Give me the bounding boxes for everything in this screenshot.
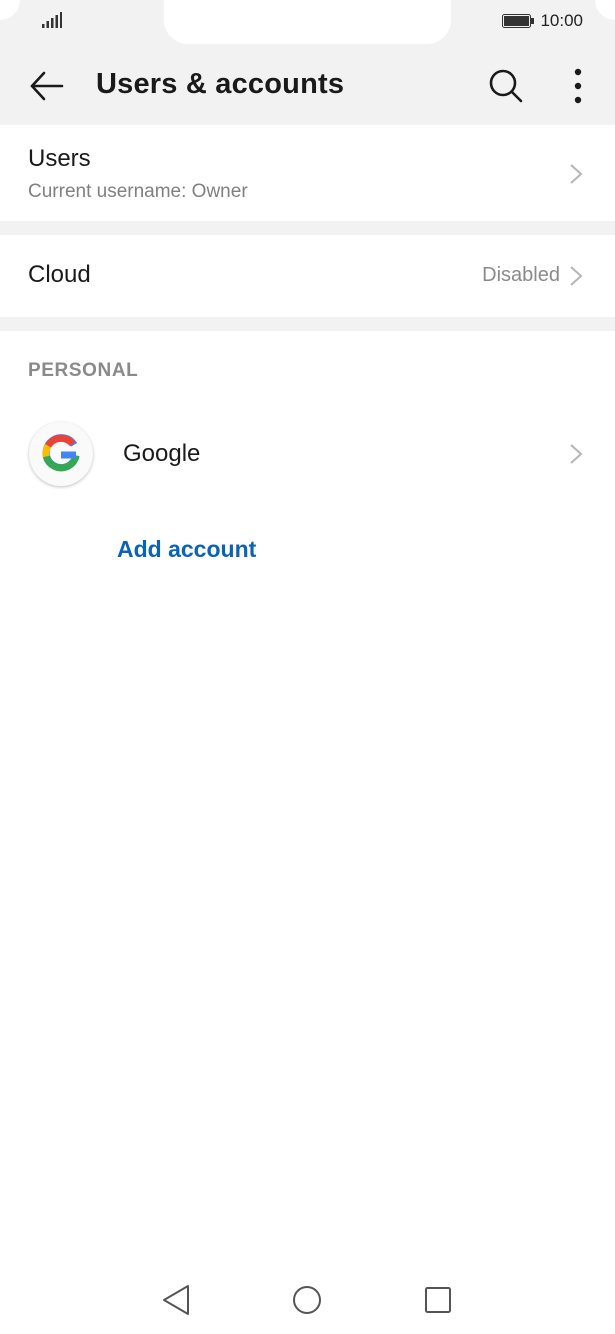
cloud-status: Disabled [482, 264, 560, 286]
more-vert-icon[interactable] [558, 66, 598, 106]
section-divider [0, 221, 615, 235]
app-bar: Users & accounts [0, 58, 615, 114]
screen-corner-left [0, 0, 20, 20]
chevron-right-icon [570, 444, 583, 464]
battery-icon [502, 14, 535, 28]
add-account-button[interactable]: Add account [117, 536, 256, 563]
users-subtitle: Current username: Owner [28, 181, 248, 202]
nav-home-icon[interactable] [283, 1280, 331, 1320]
status-right: 10:00 [502, 10, 583, 32]
signal-strength-icon [42, 12, 62, 28]
users-title: Users [28, 145, 91, 172]
header-background: 10:00 Users & accounts [0, 0, 615, 125]
back-arrow-icon[interactable] [26, 66, 66, 106]
google-logo-icon [29, 422, 93, 486]
cloud-title: Cloud [28, 261, 91, 288]
navigation-bar [0, 1270, 615, 1334]
display-notch [164, 0, 451, 44]
search-icon[interactable] [486, 66, 526, 106]
personal-section-header: PERSONAL [28, 360, 139, 381]
users-row[interactable]: Users Current username: Owner [0, 125, 615, 221]
page-title: Users & accounts [96, 68, 345, 100]
screen-corner-right [595, 0, 615, 20]
nav-recents-icon[interactable] [414, 1280, 462, 1320]
cloud-row[interactable]: Cloud Disabled [0, 235, 615, 317]
chevron-right-icon [570, 164, 583, 184]
status-time: 10:00 [540, 11, 583, 30]
nav-back-icon[interactable] [152, 1280, 200, 1320]
account-item-google[interactable]: Google [0, 410, 615, 500]
section-divider [0, 317, 615, 331]
chevron-right-icon [570, 266, 583, 286]
account-label: Google [123, 440, 201, 467]
